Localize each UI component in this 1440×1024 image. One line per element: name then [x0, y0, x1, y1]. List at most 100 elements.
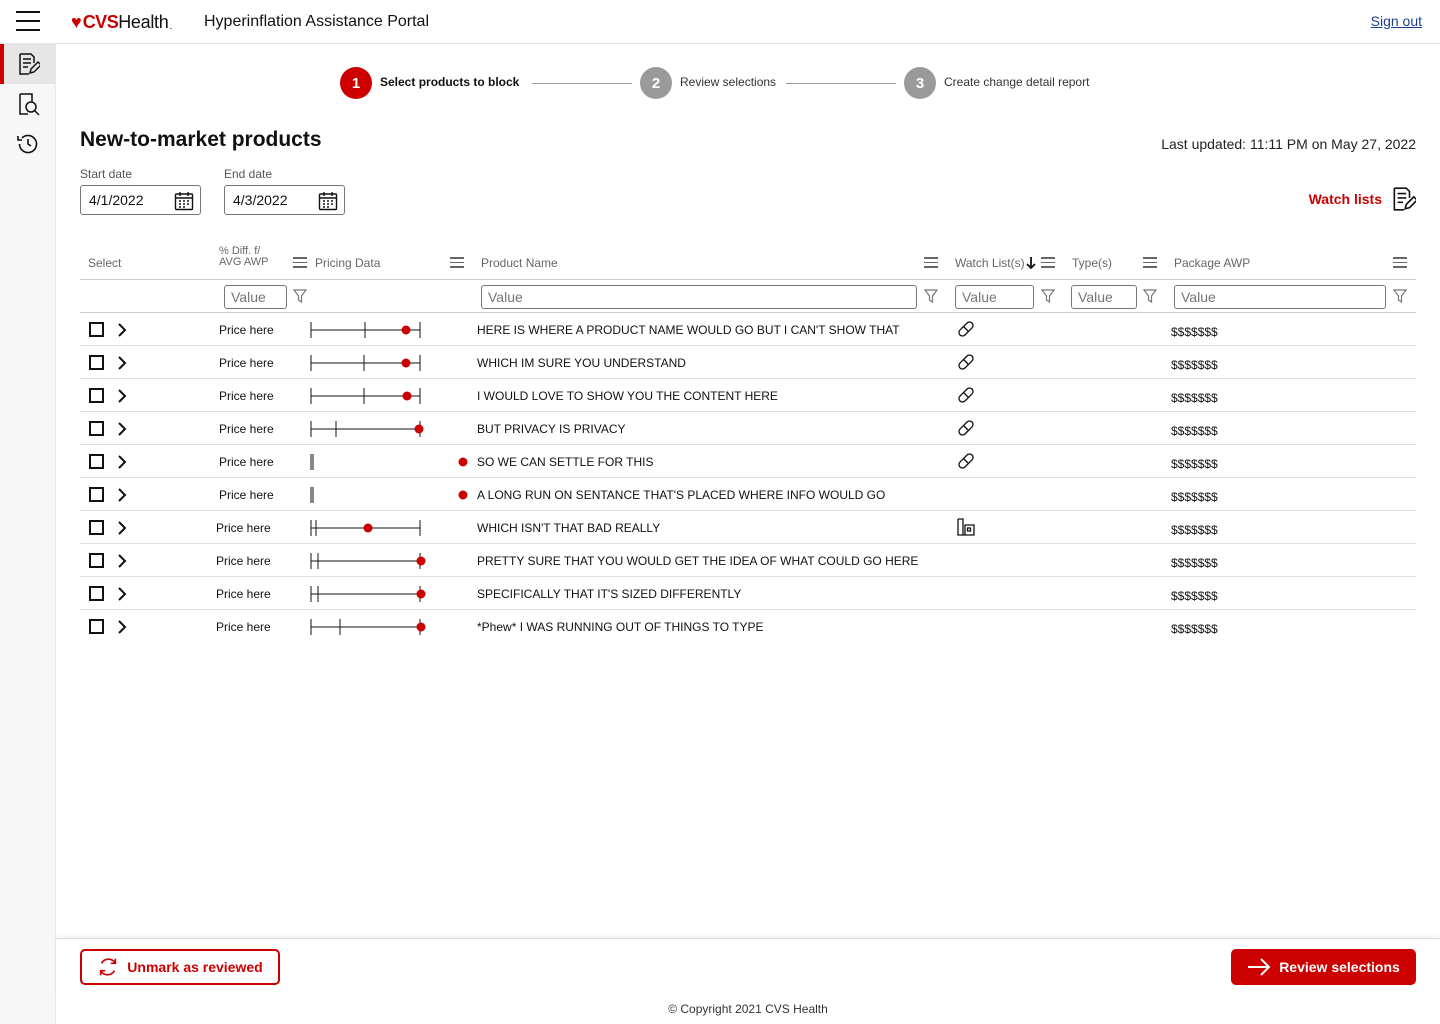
package-awp-cell: $$$$$$$	[1171, 391, 1218, 405]
row-select-checkbox[interactable]	[89, 388, 104, 403]
diff-filter-input[interactable]	[224, 285, 287, 309]
types-filter-input[interactable]	[1071, 285, 1137, 309]
unmark-as-reviewed-button[interactable]: Unmark as reviewed	[80, 949, 280, 985]
price-diff-cell: Price here	[219, 389, 274, 403]
filter-icon[interactable]	[1393, 289, 1407, 303]
hamburger-menu-icon[interactable]	[16, 11, 40, 33]
price-marker	[401, 325, 411, 335]
watch-lists-link[interactable]: Watch lists	[1309, 186, 1416, 212]
column-header-watch-lists[interactable]: Watch List(s)	[955, 256, 1025, 270]
watch-list-cell[interactable]	[956, 319, 976, 342]
pill-icon	[958, 321, 974, 337]
filter-icon[interactable]	[293, 289, 307, 303]
chevron-right-icon[interactable]	[117, 422, 127, 436]
row-select-checkbox[interactable]	[89, 619, 104, 634]
chevron-right-icon[interactable]	[117, 620, 127, 634]
review-selections-button[interactable]: Review selections	[1231, 949, 1416, 985]
watch-lists-filter-input[interactable]	[955, 285, 1034, 309]
package-awp-filter-input[interactable]	[1174, 285, 1386, 309]
column-menu-icon[interactable]	[1041, 257, 1055, 268]
column-menu-icon[interactable]	[293, 257, 307, 268]
step-connector	[532, 83, 632, 84]
table-row[interactable]: Price here I WOULD LOVE TO SHOW YOU THE C…	[80, 379, 1416, 412]
watch-list-cell[interactable]	[956, 418, 976, 441]
app-title: Hyperinflation Assistance Portal	[204, 13, 429, 30]
table-row[interactable]: Price here PRETTY SURE THAT YOU WOULD GET…	[80, 544, 1416, 577]
cvs-health-logo: ♥ CVS Health .	[71, 11, 172, 33]
logo-mark: .	[169, 20, 173, 32]
step-3-circle: 3	[904, 67, 936, 99]
pricing-range-chart	[310, 421, 424, 437]
edit-list-icon	[1393, 187, 1416, 211]
end-date-field[interactable]: 4/3/2022	[224, 185, 345, 215]
chevron-right-icon[interactable]	[117, 455, 127, 469]
column-menu-icon[interactable]	[1393, 257, 1407, 268]
calendar-icon[interactable]	[318, 191, 338, 211]
chevron-right-icon[interactable]	[117, 488, 127, 502]
product-name-filter-input[interactable]	[481, 285, 917, 309]
price-marker	[458, 490, 468, 500]
filter-icon[interactable]	[1041, 289, 1055, 303]
calendar-icon[interactable]	[174, 191, 194, 211]
row-select-checkbox[interactable]	[89, 520, 104, 535]
row-select-checkbox[interactable]	[89, 487, 104, 502]
package-awp-cell: $$$$$$$	[1171, 556, 1218, 570]
end-date-value: 4/3/2022	[233, 192, 288, 208]
sort-descending-icon[interactable]	[1026, 256, 1036, 270]
filter-icon[interactable]	[1143, 289, 1157, 303]
package-awp-cell: $$$$$$$	[1171, 622, 1218, 636]
rail-item-history[interactable]	[0, 124, 56, 164]
price-marker	[416, 622, 426, 632]
column-header-select: Select	[88, 256, 122, 270]
row-select-checkbox[interactable]	[89, 454, 104, 469]
building-icon	[957, 518, 975, 536]
watch-list-cell[interactable]	[956, 517, 976, 540]
app-header: ♥ CVS Health . Hyperinflation Assistance…	[0, 0, 1440, 44]
rail-item-select-products[interactable]	[0, 44, 56, 84]
table-row[interactable]: Price here WHICH IM SURE YOU UNDERSTAND $$…	[80, 346, 1416, 379]
price-marker	[414, 424, 424, 434]
row-select-checkbox[interactable]	[89, 553, 104, 568]
price-diff-cell: Price here	[219, 356, 274, 370]
watch-list-cell[interactable]	[956, 352, 976, 375]
column-menu-icon[interactable]	[924, 257, 938, 268]
pricing-range-chart	[310, 322, 421, 338]
pricing-range-chart	[310, 388, 421, 404]
price-diff-cell: Price here	[216, 620, 271, 634]
column-menu-icon[interactable]	[1143, 257, 1157, 268]
rail-item-search[interactable]	[0, 84, 56, 124]
sign-out-link[interactable]: Sign out	[1371, 13, 1422, 29]
chevron-right-icon[interactable]	[117, 554, 127, 568]
table-row[interactable]: Price here HERE IS WHERE A PRODUCT NAME W…	[80, 313, 1416, 346]
price-diff-cell: Price here	[216, 554, 271, 568]
row-select-checkbox[interactable]	[89, 355, 104, 370]
step-connector	[786, 83, 896, 84]
row-select-checkbox[interactable]	[89, 421, 104, 436]
chevron-right-icon[interactable]	[117, 356, 127, 370]
table-header: Select % Diff. f/ AVG AWP Pricing Data P…	[80, 244, 1416, 280]
column-menu-icon[interactable]	[450, 257, 464, 268]
table-row[interactable]: Price here WHICH ISN'T THAT BAD REALLY $$$…	[80, 511, 1416, 544]
row-select-checkbox[interactable]	[89, 586, 104, 601]
chevron-right-icon[interactable]	[117, 521, 127, 535]
column-header-diff-line2: AVG AWP	[219, 256, 269, 268]
filter-icon[interactable]	[924, 289, 938, 303]
table-row[interactable]: Price here SO WE CAN SETTLE FOR THIS $$$$$…	[80, 445, 1416, 478]
table-row[interactable]: Price here *Phew* I WAS RUNNING OUT OF TH…	[80, 610, 1416, 643]
package-awp-cell: $$$$$$$	[1171, 523, 1218, 537]
watch-list-cell[interactable]	[956, 385, 976, 408]
chevron-right-icon[interactable]	[117, 323, 127, 337]
pill-icon	[958, 420, 974, 436]
start-date-field[interactable]: 4/1/2022	[80, 185, 201, 215]
watch-list-cell[interactable]	[956, 451, 976, 474]
package-awp-cell: $$$$$$$	[1171, 490, 1218, 504]
row-select-checkbox[interactable]	[89, 322, 104, 337]
chevron-right-icon[interactable]	[117, 587, 127, 601]
table-row[interactable]: Price here BUT PRIVACY IS PRIVACY $$$$$$$	[80, 412, 1416, 445]
chevron-right-icon[interactable]	[117, 389, 127, 403]
table-row[interactable]: Price here A LONG RUN ON SENTANCE THAT'S …	[80, 478, 1416, 511]
table-row[interactable]: Price here SPECIFICALLY THAT IT'S SIZED D…	[80, 577, 1416, 610]
start-date-label: Start date	[80, 167, 133, 181]
pricing-range-chart	[310, 553, 426, 569]
step-2-circle: 2	[640, 67, 672, 99]
